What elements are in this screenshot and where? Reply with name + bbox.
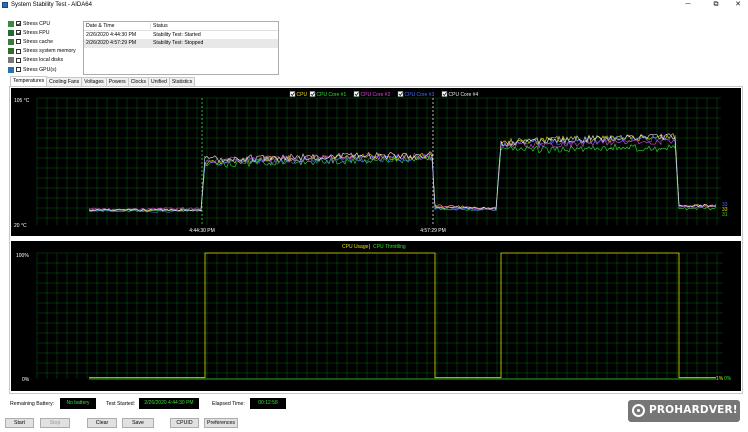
cpu-usage-line: [89, 252, 716, 379]
log-row-status: Stability Test: Stopped: [153, 40, 204, 47]
elapsed-time-label: Elapsed Time:: [212, 401, 245, 407]
stress-option-item[interactable]: Stress local disks: [8, 56, 82, 65]
test-started-value: 2/26/2020 4:44:30 PM: [139, 398, 199, 409]
cpu-usage-chart-svg: CPU Usage | CPU Throttling100%0% 1% 0%: [16, 244, 732, 383]
temp-series-line: [88, 138, 717, 212]
stress-option-label: Stress GPU(s): [23, 66, 57, 73]
memory-icon: [8, 48, 14, 55]
usage-y-bottom-label: 0%: [22, 377, 30, 383]
watermark-text: PROHARDVER!: [649, 404, 738, 416]
prohardver-logo-icon: [632, 404, 645, 417]
clear-button[interactable]: Clear: [87, 418, 117, 428]
close-button[interactable]: ✕: [728, 0, 748, 11]
log-row-datetime: 2/26/2020 4:44:30 PM: [86, 32, 137, 39]
stop-button[interactable]: Stop: [40, 418, 70, 428]
cpuid-button[interactable]: CPUID: [170, 418, 199, 428]
usage-legend-label: CPU Usage: [342, 244, 369, 250]
stress-option-label: Stress FPU: [23, 29, 50, 36]
stress-option-item[interactable]: Stress system memory: [8, 47, 82, 56]
tab-clocks[interactable]: Clocks: [127, 77, 150, 86]
log-header: Date & Time Status: [84, 22, 278, 31]
fpu-icon: [8, 29, 14, 36]
temp-y-bottom-label: 20 °C: [14, 223, 27, 229]
stress-option-label: Stress system memory: [23, 48, 76, 55]
usage-y-top-label: 100%: [16, 253, 29, 259]
log-row[interactable]: 2/26/2020 4:44:30 PM Stability Test: Sta…: [84, 31, 278, 39]
prohardver-watermark: PROHARDVER!: [628, 400, 740, 422]
aida64-app-icon: [2, 2, 8, 8]
test-started-label: Test Started:: [106, 401, 136, 407]
stress-option-checkbox[interactable]: [16, 39, 21, 45]
maximize-button[interactable]: ⧉: [706, 0, 726, 11]
throttling-end-value-label: 0%: [724, 376, 732, 382]
tab-powers[interactable]: Powers: [105, 77, 129, 86]
usage-grid: [36, 252, 723, 379]
stress-option-label: Stress cache: [23, 38, 53, 45]
tab-temperatures[interactable]: Temperatures: [10, 76, 48, 86]
legend-label: CPU Core #1: [317, 92, 347, 98]
preferences-button[interactable]: Preferences: [204, 418, 238, 428]
tab-unified[interactable]: Unified: [148, 77, 170, 86]
stress-options: Stress CPU Stress FPU Stress cache Stress s…: [8, 19, 82, 74]
log-row-status: Stability Test: Started: [153, 32, 201, 39]
elapsed-time-value: 00:12:58: [250, 398, 286, 409]
temperature-chart-svg: CPU CPU Core #1 CPU Core #2 CPU Core #3 CPU …: [14, 91, 728, 234]
remaining-battery-label: Remaining Battery:: [10, 401, 55, 407]
legend-label: CPU: [297, 92, 308, 98]
log-row-datetime: 2/26/2020 4:57:29 PM: [86, 40, 137, 47]
temperature-chart: CPU CPU Core #1 CPU Core #2 CPU Core #3 CPU …: [11, 88, 741, 236]
tab-cooling-fans[interactable]: Cooling Fans: [46, 77, 83, 86]
legend-label: CPU Core #2: [361, 92, 391, 98]
column-datetime-header[interactable]: Date & Time: [84, 23, 151, 29]
cpu-usage-chart: CPU Usage | CPU Throttling 100% 0% 1% 0%: [11, 241, 741, 391]
temp-x-time-label: 4:44:30 PM: [189, 228, 215, 234]
stress-option-checkbox[interactable]: [16, 30, 21, 36]
stress-option-item[interactable]: Stress FPU: [8, 28, 82, 37]
legend-label: CPU Core #4: [449, 92, 479, 98]
cache-icon: [8, 38, 14, 45]
stress-option-checkbox[interactable]: [16, 21, 21, 27]
tab-voltages[interactable]: Voltages: [81, 77, 107, 86]
tab-statistics[interactable]: Statistics: [168, 77, 196, 86]
remaining-battery-value: No battery: [60, 398, 96, 409]
window-title: System Stability Test - AIDA64: [11, 2, 92, 8]
stress-option-checkbox[interactable]: [16, 48, 21, 54]
cpu-icon: [8, 20, 14, 27]
temp-y-top-label: 105 °C: [14, 98, 30, 104]
stress-option-label: Stress CPU: [23, 20, 51, 27]
stress-option-item[interactable]: Stress GPU(s): [8, 65, 82, 74]
temp-series-line: [88, 133, 717, 212]
graph-tabs: Temperatures Cooling Fans Voltages Powers Cl…: [10, 76, 196, 86]
legend-label: CPU Core #3: [405, 92, 435, 98]
column-status-header[interactable]: Status: [151, 23, 168, 29]
temp-series-line: [88, 134, 717, 213]
usage-legend-separator: |: [369, 244, 370, 250]
temp-series-line: [88, 132, 717, 212]
stress-option-item[interactable]: Stress cache: [8, 37, 82, 46]
stress-option-checkbox[interactable]: [16, 57, 21, 63]
usage-end-value-label: 1%: [716, 376, 724, 382]
stress-option-label: Stress local disks: [23, 57, 64, 64]
stress-option-item[interactable]: Stress CPU: [8, 19, 82, 28]
status-log-table: Date & Time Status 2/26/2020 4:44:30 PM …: [83, 21, 279, 75]
temp-x-time-label: 4:57:29 PM: [420, 228, 446, 234]
throttling-legend-label: CPU Throttling: [373, 244, 406, 250]
gpu-icon: [8, 66, 14, 73]
stress-option-checkbox[interactable]: [16, 67, 21, 73]
start-button[interactable]: Start: [5, 418, 34, 428]
temp-end-value-label: 31: [722, 212, 728, 218]
temperature-grid: [36, 97, 721, 225]
save-button[interactable]: Save: [122, 418, 154, 428]
minimize-button[interactable]: ─: [678, 0, 698, 11]
disk-icon: [8, 57, 14, 64]
title-bar: System Stability Test - AIDA64 ─ ⧉ ✕: [0, 0, 748, 11]
log-row[interactable]: 2/26/2020 4:57:29 PM Stability Test: Sto…: [84, 39, 278, 48]
